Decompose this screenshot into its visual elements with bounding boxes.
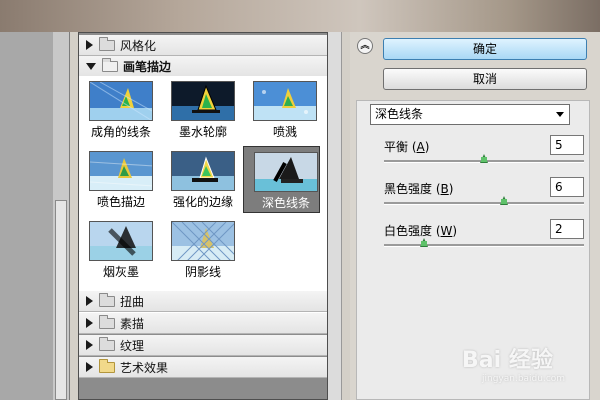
white-intensity-slider-knob[interactable] <box>420 238 428 247</box>
expand-arrow-icon <box>86 362 93 372</box>
thumbnail-image <box>89 221 153 261</box>
filter-select-value: 深色线条 <box>375 107 424 121</box>
filter-label: 喷色描边 <box>96 195 145 209</box>
dropdown-arrow-icon <box>556 112 564 117</box>
filter-thumb-accented-edges[interactable]: 强化的边缘 <box>161 146 238 213</box>
param-label-white-intensity: 白色强度 (W) <box>384 224 458 238</box>
chevron-double-up-icon[interactable]: ︽ <box>357 38 373 54</box>
param-label-black-intensity: 黑色强度 (B) <box>384 182 454 196</box>
filter-thumb-crosshatch[interactable]: 阴影线 <box>161 216 238 283</box>
preview-scrollbar-thumb[interactable] <box>55 200 67 400</box>
white-intensity-input[interactable]: 2 <box>550 219 584 239</box>
filter-thumb-angled-strokes[interactable]: 成角的线条 <box>79 76 156 143</box>
folder-icon <box>99 358 115 373</box>
filter-thumbnails: 成角的线条 墨水轮廓 喷溅 喷色描边 强化的边缘 深色线条 烟灰墨 阴影线 <box>79 76 327 324</box>
white-intensity-slider[interactable] <box>384 244 584 247</box>
filter-thumb-ink-outlines[interactable]: 墨水轮廓 <box>161 76 238 143</box>
folder-icon <box>99 336 115 351</box>
category-texture[interactable]: 纹理 <box>79 335 327 356</box>
balance-input[interactable]: 5 <box>550 135 584 155</box>
panel-divider <box>342 32 350 400</box>
expand-arrow-icon <box>86 318 93 328</box>
category-artistic[interactable]: 艺术效果 <box>79 357 327 378</box>
preview-pane <box>0 32 54 400</box>
filter-label: 烟灰墨 <box>102 265 139 279</box>
filter-label: 强化的边缘 <box>172 195 233 209</box>
folder-open-icon <box>102 57 118 72</box>
filter-thumb-dark-strokes[interactable]: 深色线条 <box>243 146 320 213</box>
expand-arrow-icon <box>86 296 93 306</box>
folder-icon <box>99 292 115 307</box>
black-intensity-slider[interactable] <box>384 202 584 205</box>
category-label: 艺术效果 <box>120 360 169 375</box>
filter-label: 深色线条 <box>261 196 310 210</box>
ok-button[interactable]: 确定 <box>383 38 587 60</box>
watermark: Bai 经验 jingyan.baidu.com <box>462 340 592 390</box>
filter-thumb-sprayed-strokes[interactable]: 喷色描边 <box>79 146 156 213</box>
filter-select[interactable]: 深色线条 <box>370 104 570 125</box>
category-brush-strokes[interactable]: 画笔描边 <box>79 56 327 77</box>
folder-icon <box>99 36 115 51</box>
thumbnail-image <box>89 81 153 121</box>
category-label: 素描 <box>120 316 145 331</box>
thumbnail-image <box>171 81 235 121</box>
filter-label: 喷溅 <box>272 125 297 139</box>
collapse-arrow-icon <box>86 62 96 70</box>
folder-icon <box>99 314 115 329</box>
filter-label: 阴影线 <box>184 265 221 279</box>
filter-list: 风格化 画笔描边 成角的线条 墨水轮廓 喷溅 喷色描边 强化的边缘 深色线条 烟… <box>78 32 328 400</box>
thumbnail-image <box>253 81 317 121</box>
expand-arrow-icon <box>86 40 93 50</box>
watermark-text: Bai 经验 <box>462 348 553 373</box>
balance-slider-knob[interactable] <box>480 154 488 163</box>
thumbnail-image <box>254 152 318 192</box>
watermark-url: jingyan.baidu.com <box>482 374 566 384</box>
title-bar <box>0 0 600 32</box>
category-distort[interactable]: 扭曲 <box>79 291 327 312</box>
filter-thumb-sumi-e[interactable]: 烟灰墨 <box>79 216 156 283</box>
expand-arrow-icon <box>86 340 93 350</box>
category-label: 扭曲 <box>120 294 145 309</box>
filter-label: 成角的线条 <box>90 125 151 139</box>
param-label-balance: 平衡 (A) <box>384 140 430 154</box>
thumbnail-image <box>171 151 235 191</box>
filter-thumb-spatter[interactable]: 喷溅 <box>243 76 320 143</box>
filter-list-scrollbar[interactable] <box>328 32 342 400</box>
thumbnail-image <box>89 151 153 191</box>
filter-label: 墨水轮廓 <box>178 125 227 139</box>
category-label: 风格化 <box>120 38 157 53</box>
black-intensity-slider-knob[interactable] <box>500 196 508 205</box>
black-intensity-input[interactable]: 6 <box>550 177 584 197</box>
pane-divider <box>70 32 78 400</box>
category-stylize[interactable]: 风格化 <box>79 35 327 56</box>
category-label: 纹理 <box>120 338 145 353</box>
cancel-button[interactable]: 取消 <box>383 68 587 90</box>
thumbnail-image <box>171 221 235 261</box>
category-label: 画笔描边 <box>123 59 172 74</box>
category-sketch[interactable]: 素描 <box>79 313 327 334</box>
